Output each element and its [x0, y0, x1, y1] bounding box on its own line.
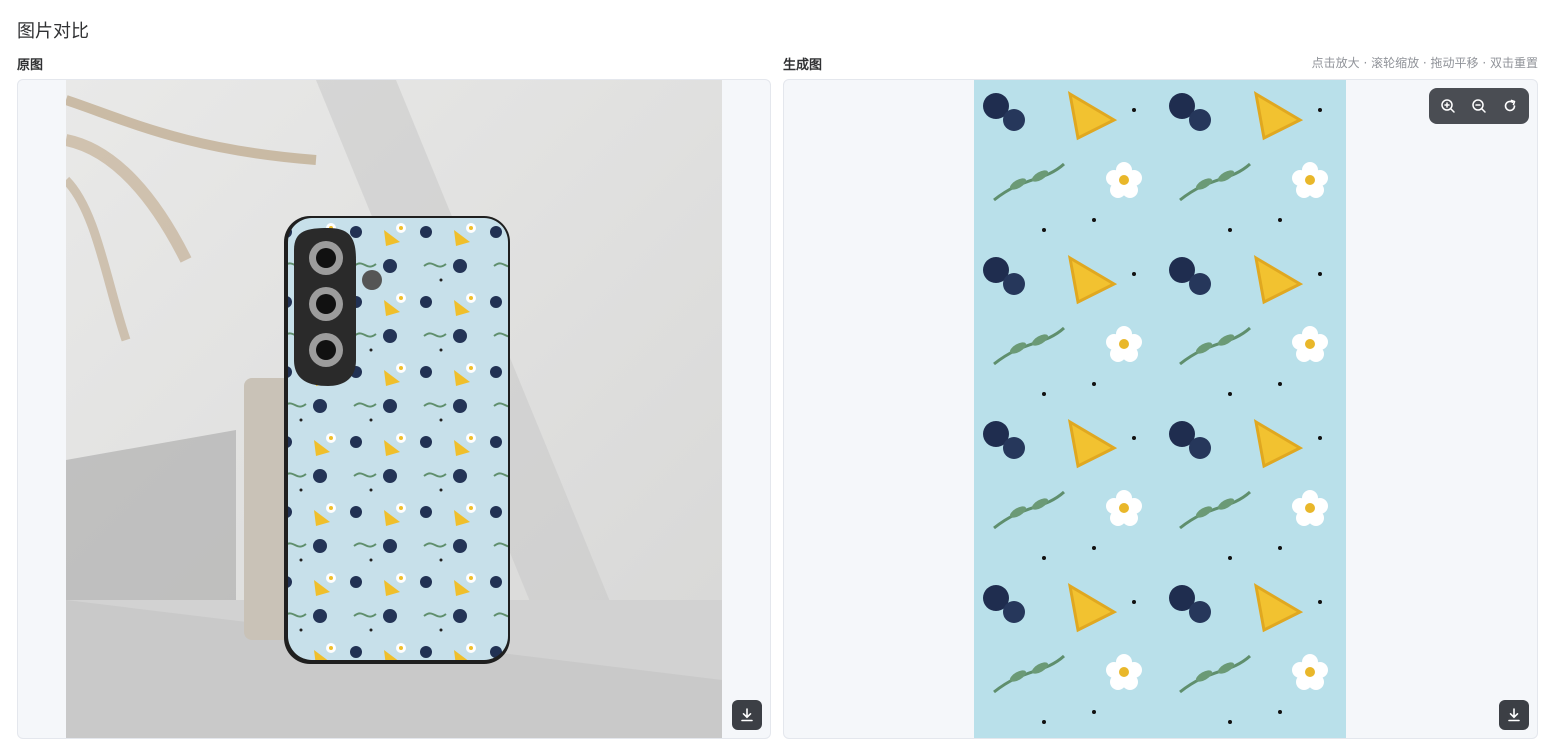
zoom-in-button[interactable] — [1436, 94, 1460, 118]
reset-icon — [1502, 98, 1518, 114]
generated-download-button[interactable] — [1499, 700, 1529, 730]
reset-button[interactable] — [1498, 94, 1522, 118]
original-download-button[interactable] — [732, 700, 762, 730]
download-icon — [739, 707, 755, 723]
zoom-in-icon — [1440, 98, 1456, 114]
generated-label: 生成图 — [783, 58, 823, 73]
original-image-panel[interactable] — [17, 79, 771, 739]
generated-image[interactable] — [974, 80, 1346, 738]
original-label: 原图 — [17, 58, 44, 73]
page-title: 图片对比 — [17, 21, 89, 42]
download-icon — [1506, 707, 1522, 723]
original-image[interactable] — [66, 80, 722, 738]
zoom-out-icon — [1471, 98, 1487, 114]
interaction-hint: 点击放大 · 滚轮缩放 · 拖动平移 · 双击重置 — [1311, 56, 1538, 70]
zoom-out-button[interactable] — [1467, 94, 1491, 118]
zoom-toolbar — [1429, 88, 1529, 124]
generated-image-panel[interactable] — [783, 79, 1538, 739]
